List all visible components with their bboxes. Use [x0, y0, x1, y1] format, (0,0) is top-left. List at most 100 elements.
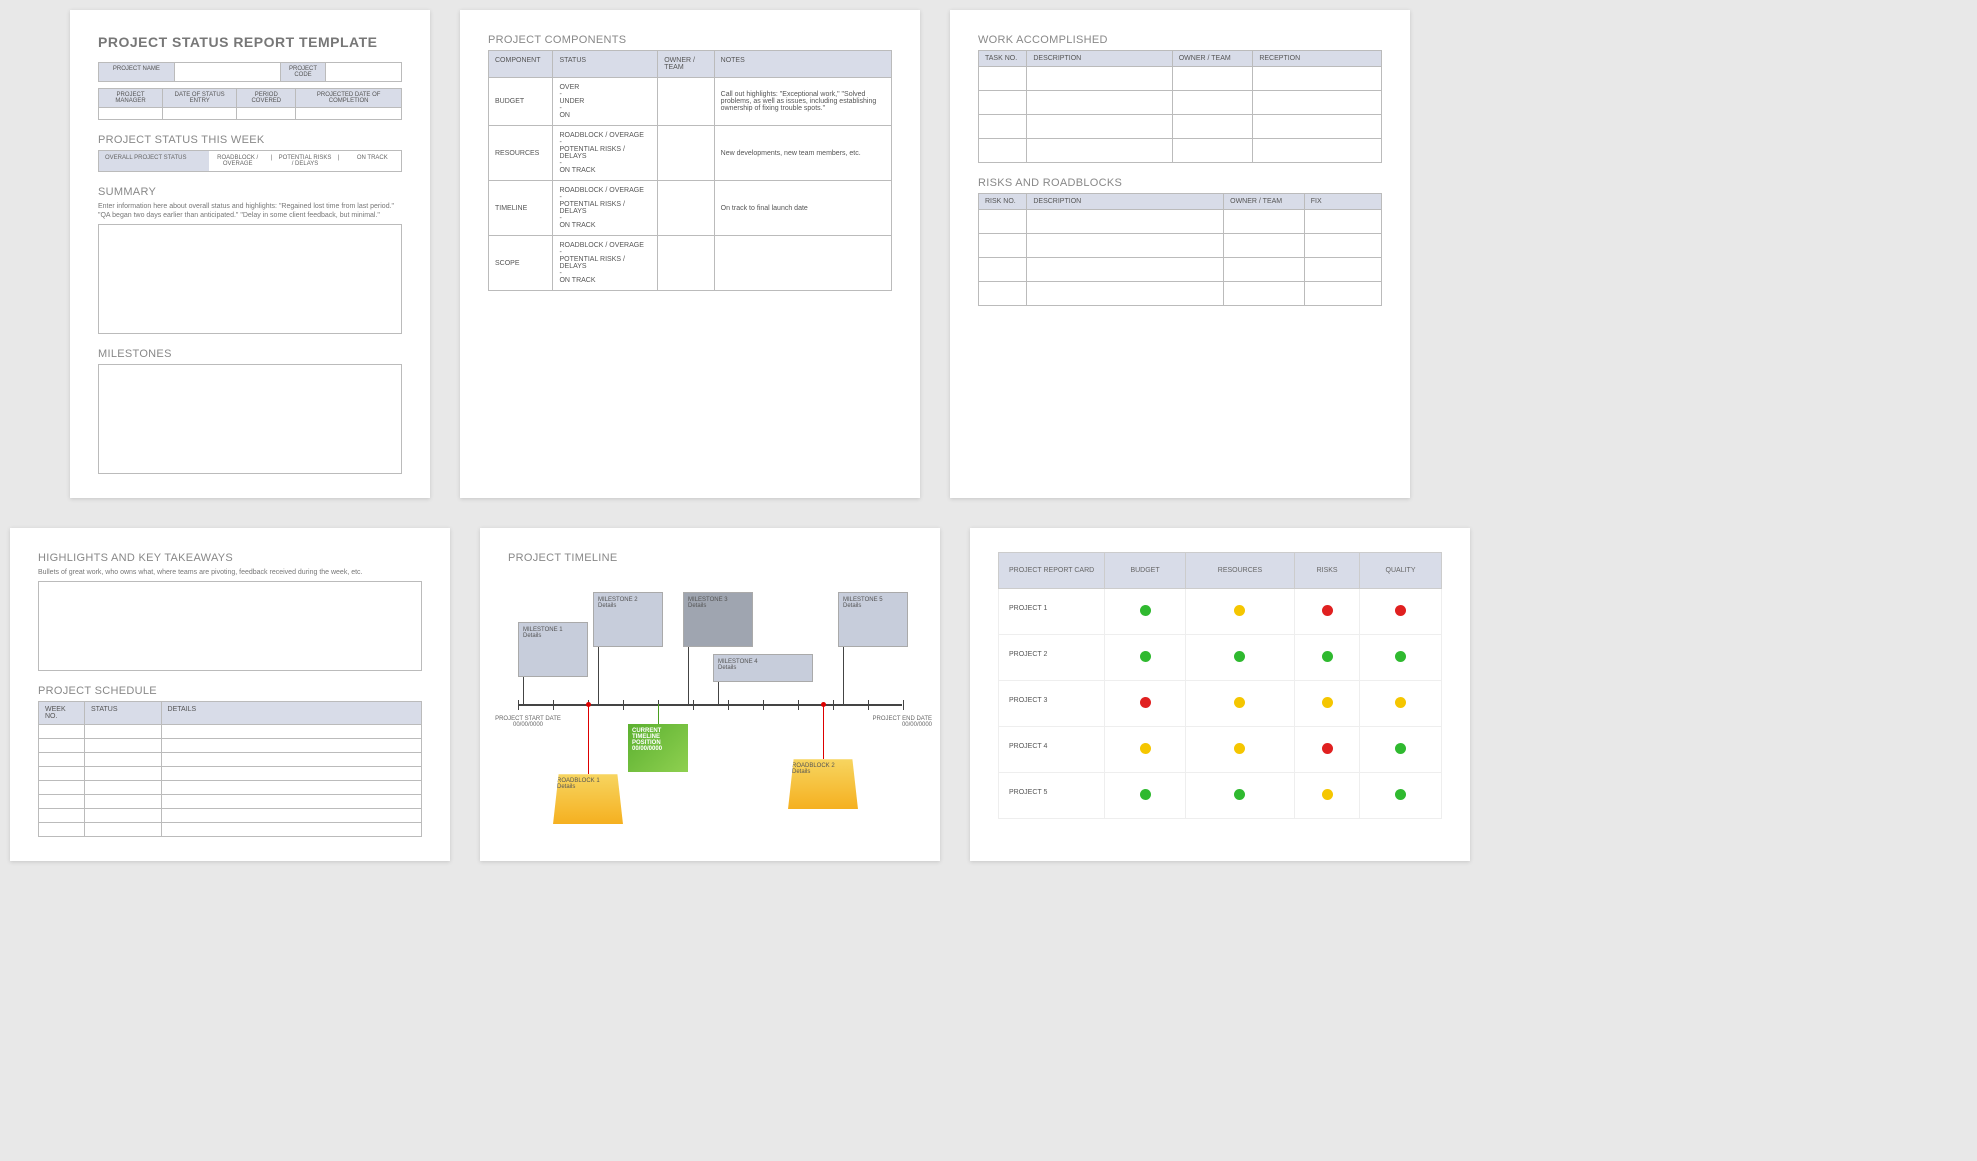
table-row: PROJECT 3 [999, 681, 1442, 727]
table-row[interactable] [979, 139, 1382, 163]
section-heading: PROJECT SCHEDULE [38, 685, 422, 697]
cell[interactable] [174, 63, 280, 82]
table-row[interactable] [39, 795, 422, 809]
project-name-cell: PROJECT 2 [999, 635, 1105, 681]
cell: TIMELINE [489, 181, 553, 236]
milestone-box[interactable]: MILESTONE 2 Details [593, 592, 663, 647]
milestone-box[interactable]: MILESTONE 4 Details [713, 654, 813, 682]
lbl: 00/00/0000 [852, 722, 932, 728]
hdr: OWNER / TEAM [658, 51, 714, 78]
hdr: DESCRIPTION [1027, 194, 1224, 210]
cell[interactable] [296, 108, 402, 120]
table-row[interactable] [979, 282, 1382, 306]
table-row[interactable] [979, 234, 1382, 258]
risks-table: RISK NO. DESCRIPTION OWNER / TEAM FIX [978, 193, 1382, 306]
section-heading: PROJECT COMPONENTS [488, 34, 892, 46]
status-dot-icon [1140, 743, 1151, 754]
project-meta-table-1: PROJECT NAME PROJECT CODE [98, 62, 402, 82]
summary-box[interactable] [98, 224, 402, 334]
tick [728, 700, 729, 710]
cell[interactable] [658, 236, 714, 291]
section-heading: RISKS AND ROADBLOCKS [978, 177, 1382, 189]
table-row[interactable] [979, 115, 1382, 139]
milestone-box[interactable]: MILESTONE 1 Details [518, 622, 588, 677]
table-row[interactable] [39, 767, 422, 781]
table-row[interactable] [979, 67, 1382, 91]
roadblock-box[interactable]: ROADBLOCK 2 Details [788, 759, 858, 809]
cell[interactable] [658, 126, 714, 181]
hdr: RISK NO. [979, 194, 1027, 210]
hdr: DESCRIPTION [1027, 51, 1172, 67]
milestone-det: Details [718, 665, 808, 671]
status-dot-icon [1322, 651, 1333, 662]
cell[interactable] [237, 108, 296, 120]
table-row[interactable] [39, 809, 422, 823]
tick [693, 700, 694, 710]
status-opt[interactable]: ON TRACK [344, 151, 401, 171]
overall-status-row: OVERALL PROJECT STATUS ROADBLOCK / OVERA… [98, 150, 402, 172]
status-cell [1295, 773, 1360, 819]
milestones-box[interactable] [98, 364, 402, 474]
milestone-box[interactable]: MILESTONE 3 Details [683, 592, 753, 647]
status-cell [1360, 635, 1442, 681]
status-cell [1105, 635, 1185, 681]
roadblock-connector [588, 704, 589, 774]
hdr: TASK NO. [979, 51, 1027, 67]
milestone-box[interactable]: MILESTONE 5 Details [838, 592, 908, 647]
table-row[interactable] [39, 781, 422, 795]
hdr: BUDGET [1105, 553, 1185, 589]
table-row[interactable] [39, 823, 422, 837]
cell[interactable] [658, 181, 714, 236]
roadblock-connector [823, 704, 824, 759]
status-dot-icon [1140, 789, 1151, 800]
cell[interactable] [99, 108, 163, 120]
cell: BUDGET [489, 78, 553, 126]
roadblock-det: Details [792, 769, 854, 775]
highlights-box[interactable] [38, 581, 422, 671]
hdr: COMPONENT [489, 51, 553, 78]
roadblock-box[interactable]: ROADBLOCK 1 Details [553, 774, 623, 824]
hdr: OWNER / TEAM [1172, 51, 1253, 67]
page-timeline: PROJECT TIMELINE MILESTONE 1 Details [480, 528, 940, 861]
status-dot-icon [1395, 789, 1406, 800]
table-row[interactable] [979, 91, 1382, 115]
document-row-1: PROJECT STATUS REPORT TEMPLATE PROJECT N… [10, 10, 1967, 498]
cell[interactable] [658, 78, 714, 126]
hdr: PROJECT MANAGER [99, 89, 163, 108]
cell: OVER - UNDER - ON [553, 78, 658, 126]
cell: SCOPE [489, 236, 553, 291]
status-opt[interactable]: ROADBLOCK / OVERAGE [209, 151, 266, 171]
cell: Call out highlights: "Exceptional work,"… [714, 78, 891, 126]
cell: ROADBLOCK / OVERAGE - POTENTIAL RISKS / … [553, 181, 658, 236]
cell[interactable] [714, 236, 891, 291]
status-opt[interactable]: POTENTIAL RISKS / DELAYS [276, 151, 333, 171]
cell: On track to final launch date [714, 181, 891, 236]
status-cell [1105, 589, 1185, 635]
hdr: STATUS [553, 51, 658, 78]
table-row: BUDGET OVER - UNDER - ON Call out highli… [489, 78, 892, 126]
table-row: SCOPE ROADBLOCK / OVERAGE - POTENTIAL RI… [489, 236, 892, 291]
table-row[interactable] [979, 210, 1382, 234]
table-row[interactable] [39, 739, 422, 753]
hdr: FIX [1304, 194, 1381, 210]
table-row[interactable] [39, 725, 422, 739]
cell[interactable] [326, 63, 402, 82]
status-sep: | [266, 151, 276, 171]
status-cell [1105, 727, 1185, 773]
current-connector [658, 704, 659, 724]
hdr: PERIOD COVERED [237, 89, 296, 108]
tick [518, 700, 519, 710]
milestone-det: Details [688, 603, 748, 609]
tick [623, 700, 624, 710]
hdr: RECEPTION [1253, 51, 1382, 67]
status-cell [1185, 589, 1294, 635]
project-name-cell: PROJECT 4 [999, 727, 1105, 773]
cell[interactable] [163, 108, 237, 120]
status-cell [1295, 589, 1360, 635]
status-dot-icon [1234, 789, 1245, 800]
table-row[interactable] [39, 753, 422, 767]
status-dot-icon [1395, 743, 1406, 754]
section-heading: HIGHLIGHTS AND KEY TAKEAWAYS [38, 552, 422, 564]
current-position-flag[interactable]: CURRENT TIMELINE POSITION 00/00/0000 [628, 724, 688, 772]
table-row[interactable] [979, 258, 1382, 282]
